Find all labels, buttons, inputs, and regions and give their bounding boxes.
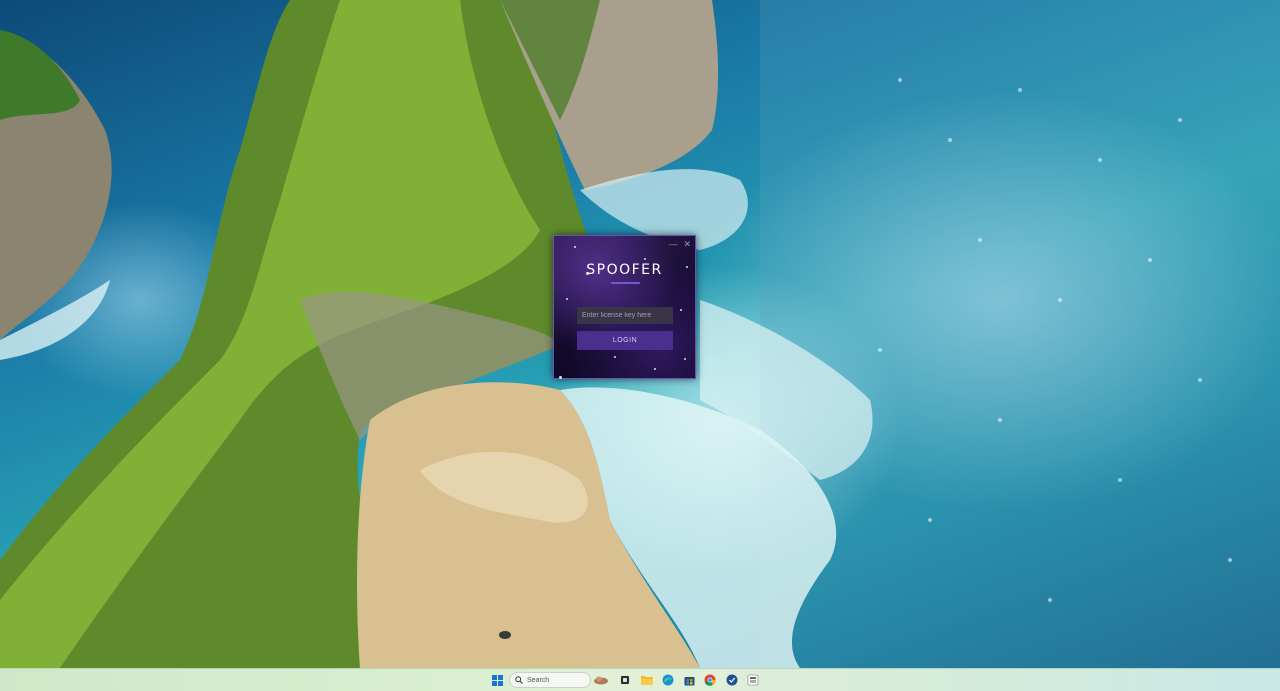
title-underline bbox=[611, 282, 640, 284]
spoofer-taskbar-button[interactable] bbox=[745, 672, 761, 688]
spoofer-app-icon bbox=[747, 674, 759, 686]
license-key-input[interactable] bbox=[577, 307, 673, 324]
chrome-icon bbox=[704, 674, 716, 686]
spoofer-login-window: — ✕ SPOOFER LOGIN bbox=[553, 235, 696, 379]
task-view-icon bbox=[621, 676, 629, 684]
star-decoration bbox=[559, 376, 562, 379]
star-decoration bbox=[684, 358, 686, 360]
task-view-button[interactable] bbox=[617, 672, 633, 688]
weather-widget[interactable] bbox=[593, 672, 609, 688]
start-button[interactable] bbox=[489, 672, 505, 688]
star-decoration bbox=[654, 368, 656, 370]
app-title: SPOOFER bbox=[586, 262, 663, 278]
file-explorer-icon bbox=[641, 676, 653, 685]
store-button[interactable] bbox=[681, 672, 697, 688]
app-icon bbox=[726, 674, 738, 686]
windows-start-icon bbox=[491, 674, 503, 686]
login-button[interactable]: LOGIN bbox=[577, 331, 673, 350]
taskbar-search-box[interactable]: Search bbox=[509, 672, 591, 688]
chrome-button[interactable] bbox=[702, 672, 718, 688]
star-decoration bbox=[644, 258, 646, 260]
taskbar: Search bbox=[0, 668, 1280, 691]
search-icon bbox=[515, 676, 523, 684]
search-label: Search bbox=[527, 676, 550, 684]
star-decoration bbox=[574, 246, 576, 248]
file-explorer-button[interactable] bbox=[639, 672, 655, 688]
weather-widget-icon bbox=[594, 676, 608, 685]
app-button[interactable] bbox=[724, 672, 740, 688]
edge-icon bbox=[662, 674, 674, 686]
edge-button[interactable] bbox=[660, 672, 676, 688]
close-button[interactable]: ✕ bbox=[683, 239, 691, 249]
star-decoration bbox=[680, 309, 682, 311]
star-decoration bbox=[614, 356, 616, 358]
window-controls: — ✕ bbox=[668, 239, 691, 249]
store-icon bbox=[684, 676, 694, 685]
minimize-button[interactable]: — bbox=[668, 239, 677, 249]
star-decoration bbox=[566, 298, 568, 300]
